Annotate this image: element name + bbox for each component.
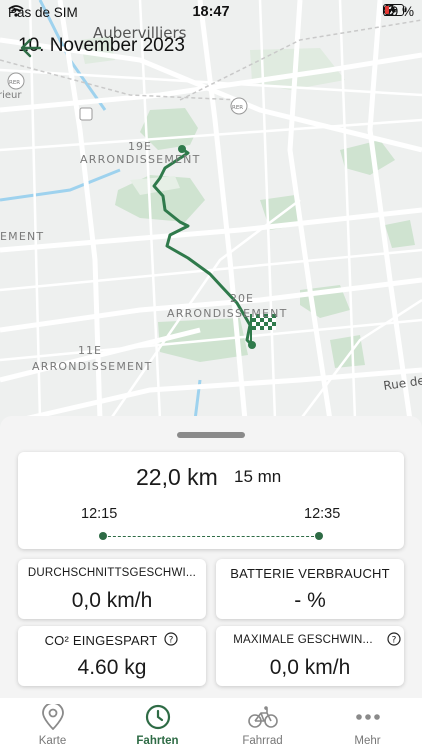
sheet-drag-handle[interactable] [177,432,245,438]
route-end-marker [248,341,256,349]
map-label-ement: EMENT [0,230,44,243]
map-pin-icon [42,704,64,730]
map-label-20e: ARRONDISSEMENT [167,307,288,320]
map-label-11e-num: 11E [78,344,102,357]
tab-label: Fahrrad [242,735,283,747]
route-map[interactable]: Aubervilliers RER RER rieur 19E ARRONDIS… [0,0,422,430]
route-start-marker [178,145,186,153]
arrow-left-icon[interactable] [18,35,44,61]
tab-fahrrad[interactable]: Fahrrad [210,698,315,750]
avg-speed-value: 0,0 km/h [71,589,153,612]
bicycle-icon [248,706,278,728]
map-label-19e-num: 19E [128,140,152,153]
max-speed-value: 0,0 km/h [269,656,351,679]
trip-start-time: 12:15 [81,506,118,522]
avg-speed-label: DURCHSCHNITTSGESCHWI... [27,567,197,579]
trip-distance: 22,0 km [136,464,218,490]
trip-summary-card: 22,0 km 15 mn 12:15 12:35 [18,452,404,549]
tab-label: Fahrten [136,735,179,747]
tab-fahrten[interactable]: Fahrten [105,698,210,750]
status-bar: Pas de SIM 18:47 19 % [0,0,422,26]
max-speed-label: MAXIMALE GESCHWIN... [233,634,373,646]
svg-text:?: ? [392,636,397,646]
co2-saved-value: 4.60 kg [77,656,147,679]
co2-saved-card: CO² EINGESPART ? 4.60 kg [18,626,206,686]
co2-saved-label: CO² EINGESPART [44,633,158,648]
map-label-street: Rue de [382,373,422,393]
page-header: 10. November 2023 [18,35,185,58]
map-label-rieur: rieur [0,90,22,101]
timeline-start-dot [99,532,107,540]
battery-used-label: BATTERIE VERBRAUCHT [230,566,390,581]
tab-karte[interactable]: Karte [0,698,105,750]
svg-text:?: ? [169,636,174,646]
map-label-20e-num: 20E [230,292,254,305]
battery-used-value: - % [294,589,326,612]
status-time: 18:47 [192,4,230,20]
map-label-19e: ARRONDISSEMENT [80,153,201,166]
avg-speed-card: DURCHSCHNITTSGESCHWI... 0,0 km/h [18,559,206,619]
clock-icon [145,704,171,730]
tab-label: Mehr [354,735,381,747]
more-dots-icon [356,714,380,720]
battery-used-card: BATTERIE VERBRAUCHT - % [216,559,404,619]
battery-charging-icon [383,4,407,16]
bottom-tab-bar: Karte Fahrten Fahrrad Mehr [0,698,422,750]
tab-label: Karte [38,735,67,747]
trip-end-time: 12:35 [304,506,341,522]
trip-duration: 15 mn [234,467,282,486]
tab-mehr[interactable]: Mehr [315,698,420,750]
max-speed-card: MAXIMALE GESCHWIN... ? 0,0 km/h [216,626,404,686]
trip-timeline [103,536,319,537]
map-label-rer2: RER [232,105,243,111]
status-right-group: 19 % [383,4,414,19]
map-canvas: Aubervilliers RER RER rieur 19E ARRONDIS… [0,0,422,423]
info-icon[interactable]: ? [164,632,178,646]
map-label-rer1: RER [9,80,20,86]
timeline-end-dot [315,532,323,540]
info-icon[interactable]: ? [387,632,401,646]
map-label-11e: ARRONDISSEMENT [32,360,153,373]
